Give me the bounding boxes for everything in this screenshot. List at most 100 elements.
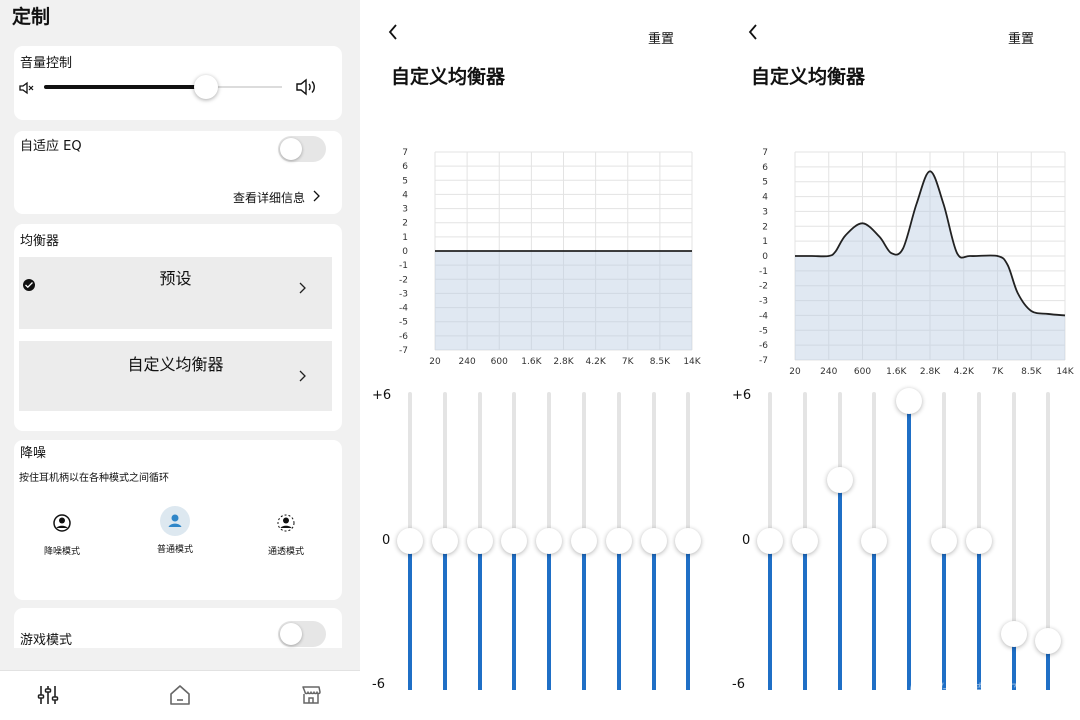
db-mid-label: 0	[742, 533, 751, 548]
db-min-label: -6	[372, 677, 385, 692]
x-tick-label: 240	[459, 357, 476, 367]
transparency-mode[interactable]: 通透模式	[251, 508, 321, 557]
eq-band-thumb[interactable]	[965, 528, 992, 554]
eq-title: 自定义均衡器	[751, 66, 866, 88]
eq-band-thumb[interactable]	[896, 387, 923, 414]
noise-control-label: 降噪	[20, 446, 47, 461]
eq-panel-flat: 重置 自定义均衡器 7 6 5 4 3 2 1 0 -1 -2 -3 -4 -5 -6 -7 20 240 600…	[362, 0, 722, 720]
svg-text:什么值得买: 什么值得买	[938, 681, 1018, 700]
back-button[interactable]	[748, 24, 758, 45]
eq-option-custom[interactable]: 自定义均衡器	[19, 341, 332, 411]
eq-band-slider[interactable]	[931, 392, 957, 690]
equalizer-label: 均衡器	[20, 234, 60, 249]
eq-response-graph: 7 6 5 4 3 2 1 0 -1 -2 -3 -4 -5 -6 -7 20 240 600 1.6K 2.8K 4.…	[399, 148, 702, 367]
home-icon[interactable]	[168, 683, 192, 707]
reset-button[interactable]: 重置	[648, 28, 674, 47]
chevron-right-icon	[299, 367, 306, 386]
eq-band-thumb[interactable]	[501, 528, 528, 554]
y-tick-label: 3	[402, 205, 408, 215]
eq-band-thumb[interactable]	[1035, 628, 1062, 655]
eq-band-slider[interactable]	[826, 392, 853, 690]
y-tick-label: 1	[762, 237, 768, 247]
eq-band-fill	[686, 541, 691, 690]
game-mode-card: 游戏模式	[14, 608, 342, 648]
eq-band-thumb[interactable]	[826, 467, 853, 494]
eq-band-slider[interactable]	[965, 392, 992, 690]
x-tick-label: 2.8K	[553, 357, 574, 367]
y-tick-label: 2	[762, 222, 768, 232]
back-button[interactable]	[388, 24, 398, 45]
eq-band-slider[interactable]	[1035, 392, 1062, 690]
adaptive-eq-toggle[interactable]	[278, 136, 326, 162]
y-tick-label: -6	[399, 332, 408, 342]
y-tick-label: -5	[399, 318, 408, 328]
eq-band-slider[interactable]	[466, 392, 493, 690]
eq-band-fill	[976, 541, 981, 690]
y-tick-label: -1	[399, 261, 408, 271]
y-tick-label: -2	[759, 282, 768, 292]
noise-cancel-mode[interactable]: 降噪模式	[27, 508, 97, 557]
db-min-label: -6	[732, 677, 745, 692]
eq-band-slider[interactable]	[791, 392, 818, 690]
details-link[interactable]: 查看详细信息	[233, 189, 320, 206]
eq-band-fill	[512, 541, 517, 690]
eq-band-thumb[interactable]	[397, 528, 423, 554]
eq-band-sliders: +6 0 -6	[722, 380, 1080, 700]
noise-cancel-icon	[47, 508, 77, 538]
y-tick-label: -4	[399, 304, 408, 314]
volume-slider[interactable]	[44, 75, 282, 99]
game-mode-label: 游戏模式	[20, 633, 73, 648]
eq-band-slider[interactable]	[757, 392, 783, 690]
eq-band-slider[interactable]	[675, 392, 702, 690]
eq-band-thumb[interactable]	[861, 528, 888, 554]
eq-band-slider[interactable]	[605, 392, 632, 690]
eq-band-slider[interactable]	[861, 392, 888, 690]
eq-band-fill	[942, 541, 946, 690]
eq-band-thumb[interactable]	[1000, 621, 1027, 648]
y-tick-label: -7	[399, 346, 408, 356]
toggle-knob	[280, 138, 302, 160]
eq-band-slider[interactable]	[431, 392, 458, 690]
eq-band-thumb[interactable]	[571, 528, 597, 554]
eq-band-slider[interactable]	[571, 392, 597, 690]
eq-band-thumb[interactable]	[640, 528, 667, 554]
x-tick-label: 1.6K	[521, 357, 542, 367]
eq-band-thumb[interactable]	[466, 528, 493, 554]
eq-option-preset[interactable]: 预设	[19, 257, 332, 329]
eq-band-slider[interactable]	[536, 392, 563, 690]
normal-mode[interactable]: 普通模式	[140, 506, 210, 555]
game-mode-toggle[interactable]	[278, 621, 326, 647]
eq-band-thumb[interactable]	[675, 528, 702, 554]
eq-band-thumb[interactable]	[536, 528, 563, 554]
x-tick-label: 20	[789, 367, 801, 377]
x-tick-label: 8.5K	[650, 357, 671, 367]
eq-band-thumb[interactable]	[605, 528, 632, 554]
eq-band-slider[interactable]	[501, 392, 528, 690]
eq-band-thumb[interactable]	[791, 528, 818, 554]
eq-band-thumb[interactable]	[931, 528, 957, 554]
eq-band-fill	[616, 541, 621, 690]
y-tick-label: 3	[762, 207, 768, 217]
eq-band-slider[interactable]	[640, 392, 667, 690]
settings-panel: 定制 音量控制 自适应 EQ 查看详细信息 均衡器 预设 自定义均衡器 降噪 按…	[0, 0, 360, 720]
y-tick-label: 4	[762, 193, 768, 203]
db-max-label: +6	[372, 388, 392, 403]
details-link-label: 查看详细信息	[232, 191, 305, 205]
equalizer-icon[interactable]	[36, 683, 60, 707]
eq-band-fill	[802, 541, 807, 690]
eq-band-thumb[interactable]	[431, 528, 458, 554]
eq-band-thumb[interactable]	[757, 528, 783, 554]
x-tick-label: 240	[820, 367, 837, 377]
y-tick-label: -5	[759, 326, 768, 336]
volume-slider-thumb[interactable]	[193, 75, 218, 99]
eq-band-slider[interactable]	[397, 392, 423, 690]
store-icon[interactable]	[299, 683, 323, 707]
eq-band-slider[interactable]	[896, 387, 923, 690]
x-tick-label: 8.5K	[1021, 367, 1042, 377]
transparency-label: 通透模式	[267, 547, 304, 557]
mute-icon	[19, 80, 35, 99]
noise-cancel-label: 降噪模式	[43, 547, 80, 557]
eq-band-slider[interactable]	[1000, 392, 1027, 690]
db-max-label: +6	[732, 388, 752, 403]
reset-button[interactable]: 重置	[1008, 28, 1034, 47]
